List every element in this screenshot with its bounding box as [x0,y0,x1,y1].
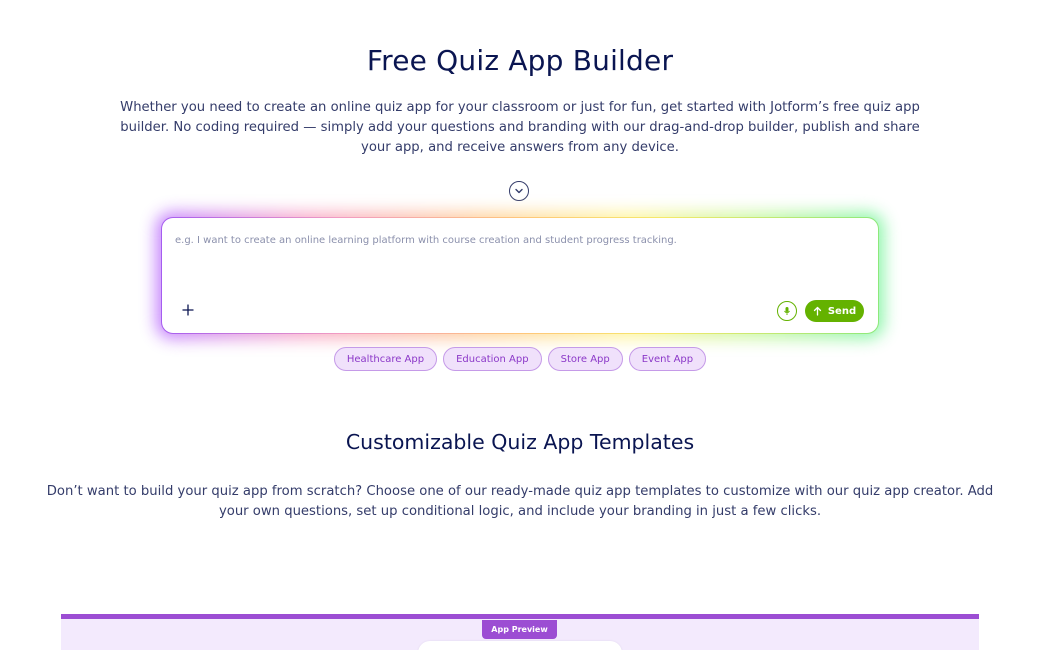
chip-store-app[interactable]: Store App [547,347,623,371]
page: Free Quiz App Builder Whether you need t… [0,0,1040,650]
arrow-up-icon [813,306,822,316]
templates-section-description: Don’t want to build your quiz app from s… [46,484,994,519]
page-title: Free Quiz App Builder [366,44,674,77]
microphone-icon [782,306,792,316]
prompt-input[interactable] [175,230,865,250]
scroll-down-button[interactable] [509,181,529,201]
suggestion-chips: Healthcare App Education App Store App E… [0,347,1040,371]
voice-input-button[interactable] [777,301,797,321]
chip-event-app[interactable]: Event App [628,347,707,371]
hero-description: Whether you need to create an online qui… [120,100,920,155]
plus-icon [182,304,194,316]
chip-healthcare-app[interactable]: Healthcare App [333,347,438,371]
app-preview-tab: App Preview [482,620,557,639]
send-button[interactable]: Send [805,300,864,322]
add-attachment-button[interactable] [178,300,198,320]
app-preview-phone [418,641,622,650]
ai-prompt-box: Send [161,217,879,334]
chip-education-app[interactable]: Education App [443,347,542,371]
chevron-down-icon [514,186,524,196]
templates-section-title: Customizable Quiz App Templates [345,430,695,454]
send-label: Send [827,305,857,317]
